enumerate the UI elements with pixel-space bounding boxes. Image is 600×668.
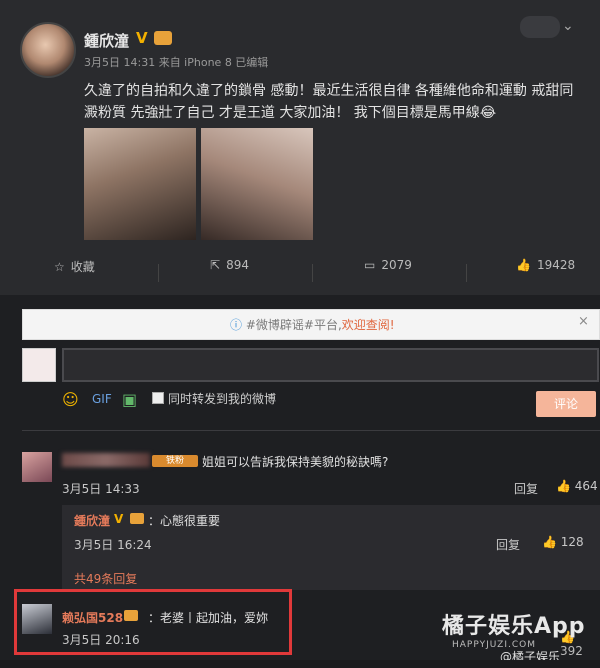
- post-meta: 3月5日 14:31 来自 iPhone 8 已编辑: [84, 56, 269, 69]
- reply-time: 3月5日 16:24: [74, 538, 152, 552]
- divider: [466, 264, 467, 282]
- comment-like-button[interactable]: 👍 464: [556, 479, 598, 493]
- divider: [312, 264, 313, 282]
- post-content: 久違了的自拍和久違了的鎖骨 感動！最近生活很自律 各種維他命和運動 戒甜同澱粉質…: [84, 83, 574, 121]
- repost-count: 894: [226, 258, 249, 272]
- collect-label: 收藏: [70, 260, 95, 274]
- comment-count: 2079: [381, 258, 412, 272]
- reply-like-count: 128: [560, 535, 584, 549]
- collect-button[interactable]: ☆ 收藏: [54, 258, 95, 275]
- close-icon[interactable]: ×: [578, 314, 589, 329]
- post-photo-2[interactable]: [201, 128, 313, 240]
- info-icon: ⓘ: [230, 318, 243, 332]
- fan-badge: 铁粉: [152, 455, 198, 467]
- thumbs-up-icon: 👍: [542, 535, 557, 549]
- more-replies-link[interactable]: 共49条回复: [74, 570, 137, 587]
- comment-button[interactable]: ▭ 2079: [364, 258, 412, 272]
- submit-comment-button[interactable]: 评论: [536, 391, 596, 417]
- comment-like-count: 392: [560, 644, 583, 658]
- chevron-down-icon[interactable]: ⌄: [562, 18, 574, 34]
- reply-text: ：心態很重要: [148, 514, 221, 528]
- reply-button[interactable]: 回复: [496, 536, 520, 553]
- comment-text: 姐姐可以告訴我保持美貌的秘訣嗎?: [202, 455, 389, 469]
- like-button[interactable]: 👍 19428: [516, 258, 575, 272]
- rumor-text: ⓘ #微博辟谣#平台,欢迎查阅!: [230, 316, 395, 333]
- comment-icon: ▭: [364, 258, 376, 272]
- reply-author[interactable]: 鍾欣潼: [74, 512, 110, 529]
- author-avatar[interactable]: [20, 22, 76, 78]
- comment-time: 3月5日 14:33: [62, 482, 140, 496]
- thumbs-up-icon: 👍: [516, 258, 531, 272]
- comment-like-count: 464: [574, 479, 598, 493]
- reply-like-button[interactable]: 👍 128: [542, 535, 584, 549]
- rumor-prefix: #微博辟谣#平台,: [245, 318, 342, 332]
- gif-icon[interactable]: GIF: [92, 392, 112, 406]
- star-icon: ☆: [54, 259, 65, 274]
- comment-input[interactable]: [62, 348, 599, 382]
- verified-badge-icon: V: [136, 29, 148, 47]
- like-count: 19428: [536, 258, 576, 272]
- section-divider: [22, 430, 600, 431]
- repost-checkbox[interactable]: [152, 392, 164, 404]
- bottom-strip: [0, 660, 600, 668]
- post-photo-1[interactable]: [84, 128, 196, 240]
- thumbs-up-icon: 👍: [556, 479, 571, 493]
- blurred-username: [62, 453, 150, 467]
- vip-crown-icon: [154, 31, 172, 45]
- highlight-box: [14, 589, 292, 655]
- current-user-avatar: [22, 348, 56, 382]
- follower-avatar-pill[interactable]: [520, 16, 560, 38]
- post-action-bar: ☆ 收藏 ⇱ 894 ▭ 2079 👍 19428: [0, 258, 600, 288]
- repost-button[interactable]: ⇱ 894: [210, 258, 249, 272]
- divider: [158, 264, 159, 282]
- emoji-icon[interactable]: ☺: [62, 390, 79, 409]
- repost-checkbox-label: 同时转发到我的微博: [168, 392, 277, 406]
- rumor-link[interactable]: 欢迎查阅!: [342, 318, 395, 332]
- vip-crown-icon: [130, 513, 144, 524]
- image-icon[interactable]: ▣: [122, 390, 137, 409]
- watermark-title: 橘子娱乐App: [442, 614, 586, 639]
- verified-badge-icon: V: [114, 512, 124, 526]
- reply-button[interactable]: 回复: [514, 480, 538, 497]
- commenter-avatar[interactable]: [22, 452, 52, 482]
- repost-icon: ⇱: [210, 258, 221, 272]
- author-name[interactable]: 鍾欣潼: [84, 30, 129, 51]
